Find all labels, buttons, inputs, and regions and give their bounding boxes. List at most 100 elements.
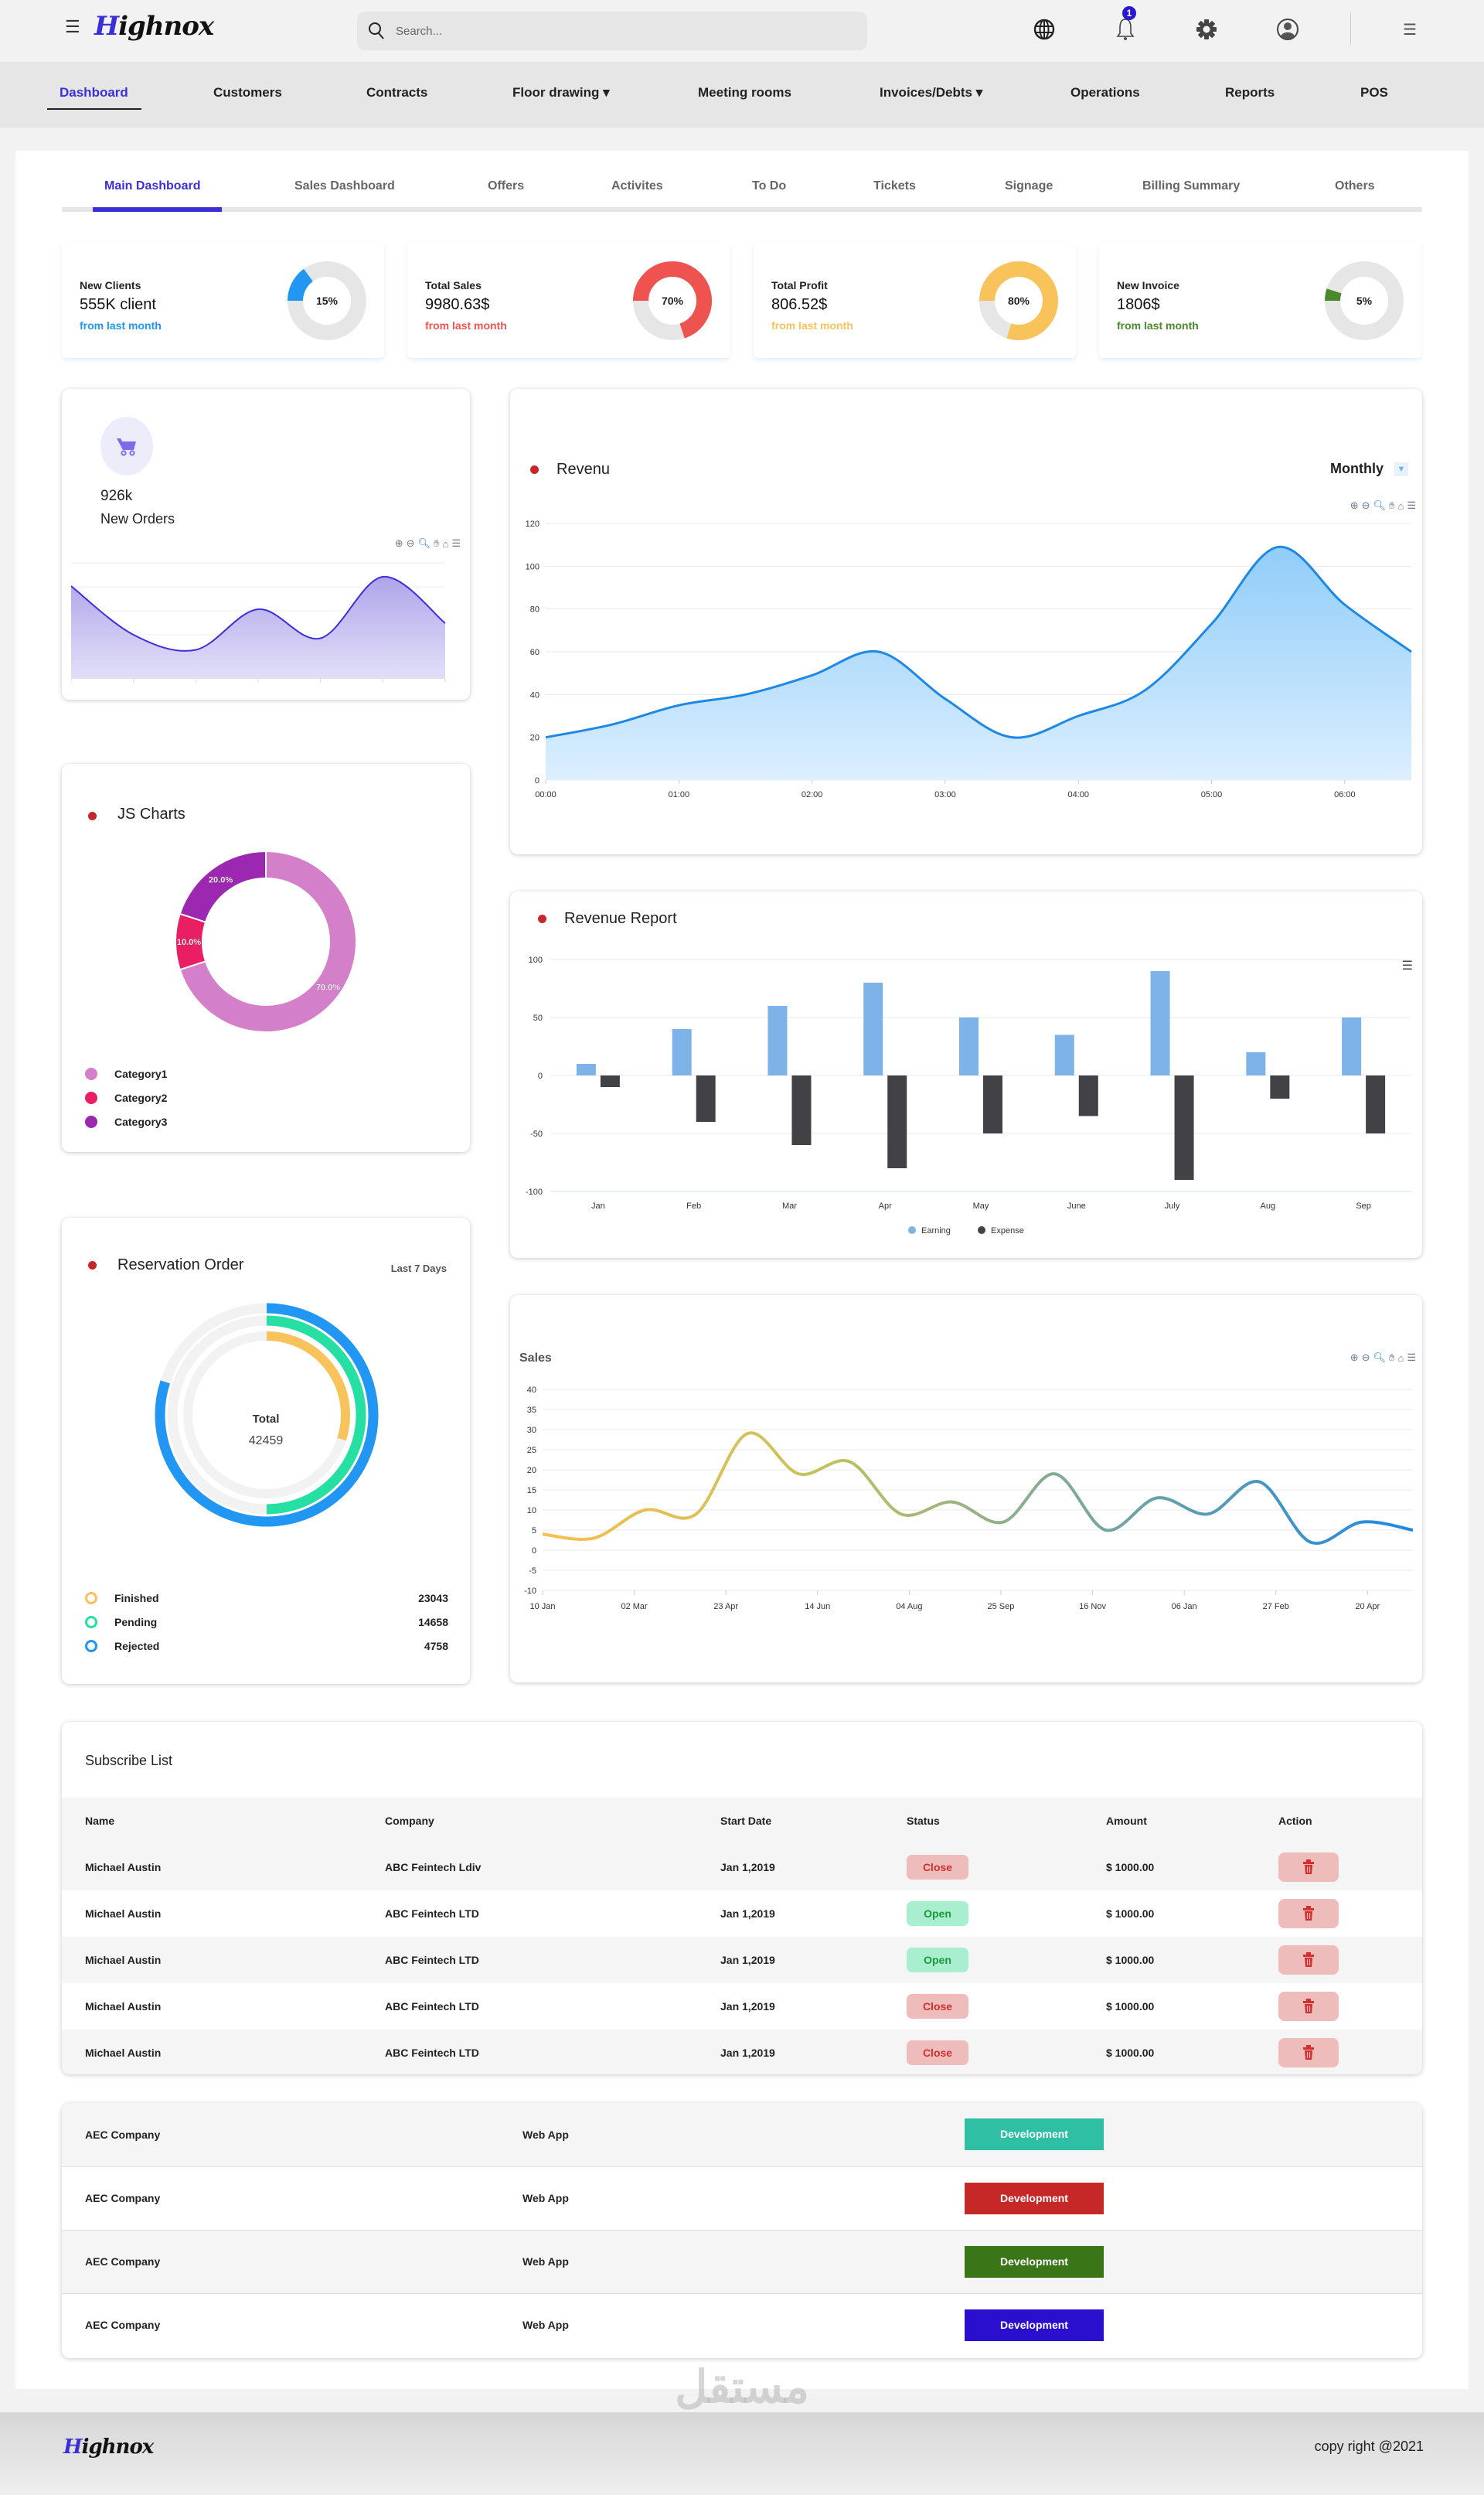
legend-marker — [978, 1226, 985, 1234]
status-badge[interactable]: Open — [907, 1901, 968, 1926]
pan-icon[interactable]: ✋︎ — [434, 537, 439, 550]
nav-item-invoices-debts[interactable]: Invoices/Debts ▾ — [880, 85, 982, 101]
table-row: Michael Austin ABC Feintech Ldiv Jan 1,2… — [62, 1844, 1422, 1890]
zoom-select-icon[interactable]: 🔍︎ — [418, 537, 431, 550]
tab-billing-summary[interactable]: Billing Summary — [1142, 179, 1240, 193]
brand-rest: ighnox — [118, 11, 214, 42]
legend-marker — [908, 1226, 916, 1234]
footer-logo[interactable]: Highnox — [63, 2435, 154, 2459]
tab-sales-dashboard[interactable]: Sales Dashboard — [294, 179, 395, 193]
cell-name: Michael Austin — [85, 1954, 162, 1966]
tab-others[interactable]: Others — [1335, 179, 1375, 193]
tab-todo[interactable]: To Do — [752, 179, 786, 193]
nav-item-pos[interactable]: POS — [1360, 85, 1388, 101]
sales-line-chart: -10 -5 0 5 10 15 20 25 30 35 40 10 Jan 02 Mar 23 Apr 1… — [524, 1386, 1414, 1611]
nav-item-dashboard[interactable]: Dashboard — [60, 85, 128, 101]
x-tick-label: 05:00 — [1201, 790, 1223, 799]
globe-icon[interactable] — [1030, 15, 1058, 43]
legend-item[interactable]: Pending 14658 — [85, 1616, 448, 1628]
donut-segment — [288, 268, 314, 302]
home-icon[interactable]: ⌂ — [1397, 500, 1404, 512]
menu-icon[interactable]: ☰ — [1396, 15, 1424, 43]
stage-button[interactable]: Development — [965, 2245, 1104, 2278]
legend-item[interactable]: Category2 — [85, 1092, 167, 1104]
tab-offers[interactable]: Offers — [488, 179, 524, 193]
x-tick-label: July — [1165, 1201, 1180, 1211]
date-range[interactable]: Last 7 Days — [391, 1263, 447, 1274]
zoom-out-icon[interactable]: ⊖ — [1362, 499, 1370, 512]
gear-icon[interactable] — [1193, 15, 1220, 43]
bar-earning — [1342, 1017, 1362, 1075]
chevron-down-icon[interactable]: ▼ — [1394, 462, 1408, 476]
table-row: AEC Company Web App Development — [62, 2230, 1422, 2293]
trash-icon — [1303, 1906, 1314, 1921]
bar-expense — [791, 1075, 812, 1145]
status-badge[interactable]: Close — [907, 2040, 968, 2065]
nav-item-customers[interactable]: Customers — [213, 85, 282, 101]
bar-expense — [1078, 1075, 1098, 1116]
bell-icon[interactable] — [1111, 15, 1139, 43]
x-tick-label: 10 Jan — [529, 1602, 555, 1611]
home-icon[interactable]: ⌂ — [1397, 1352, 1404, 1364]
legend-item[interactable]: Category3 — [85, 1116, 167, 1128]
stat-card[interactable]: Total Profit 806.52$ from last month 80% — [754, 242, 1076, 358]
brand-logo[interactable]: Highnox — [94, 11, 214, 42]
zoom-in-icon[interactable]: ⊕ — [395, 537, 403, 550]
delete-button[interactable] — [1278, 2038, 1339, 2067]
nav-item-operations[interactable]: Operations — [1070, 85, 1140, 101]
zoom-in-icon[interactable]: ⊕ — [1350, 1351, 1359, 1364]
nav-item-contracts[interactable]: Contracts — [366, 85, 427, 101]
cell-name: Michael Austin — [85, 2047, 162, 2059]
delete-button[interactable] — [1278, 1992, 1339, 2021]
menu-icon[interactable]: ☰ — [451, 537, 461, 550]
home-icon[interactable]: ⌂ — [442, 538, 448, 550]
legend-item[interactable]: Finished 23043 — [85, 1592, 448, 1604]
x-tick-label: Feb — [686, 1201, 701, 1211]
legend-label: Category3 — [114, 1116, 168, 1128]
stage-button[interactable]: Development — [965, 2118, 1104, 2151]
delete-button[interactable] — [1278, 1945, 1339, 1975]
menu-icon[interactable]: ☰ — [1407, 1351, 1416, 1364]
tab-main-dashboard[interactable]: Main Dashboard — [104, 179, 200, 193]
nav-item-meeting-rooms[interactable]: Meeting rooms — [698, 85, 791, 101]
period-select[interactable]: Monthly — [1330, 461, 1384, 477]
bar-earning — [1150, 971, 1170, 1075]
title-dot — [88, 812, 97, 820]
user-profile-icon[interactable] — [1274, 15, 1302, 43]
status-badge[interactable]: Open — [907, 1948, 968, 1972]
zoom-select-icon[interactable]: 🔍︎ — [1373, 499, 1387, 512]
search-input[interactable] — [396, 24, 829, 38]
zoom-select-icon[interactable]: 🔍︎ — [1373, 1351, 1387, 1364]
cell-amount: $ 1000.00 — [1106, 2047, 1155, 2059]
subscribe-list-card: Subscribe List Name Company Start Date S… — [62, 1722, 1422, 2074]
menu-icon[interactable]: ☰ — [65, 19, 82, 36]
col-start-date: Start Date — [720, 1815, 772, 1827]
y-tick-label: 60 — [530, 648, 539, 657]
delete-button[interactable] — [1278, 1853, 1339, 1882]
pan-icon[interactable]: ✋︎ — [1389, 499, 1394, 512]
zoom-in-icon[interactable]: ⊕ — [1350, 499, 1359, 512]
stat-card[interactable]: New Clients 555K client from last month … — [62, 242, 384, 358]
legend-item[interactable]: Category1 — [85, 1068, 167, 1080]
stage-button[interactable]: Development — [965, 2309, 1104, 2341]
stage-button[interactable]: Development — [965, 2182, 1104, 2214]
search-bar[interactable] — [357, 12, 867, 50]
delete-button[interactable] — [1278, 1899, 1339, 1928]
tab-activites[interactable]: Activites — [611, 179, 663, 193]
tab-tickets[interactable]: Tickets — [873, 179, 916, 193]
pan-icon[interactable]: ✋︎ — [1389, 1351, 1394, 1364]
stat-card[interactable]: Total Sales 9980.63$ from last month 70% — [407, 242, 730, 358]
tab-signage[interactable]: Signage — [1005, 179, 1053, 193]
status-badge[interactable]: Close — [907, 1855, 968, 1880]
status-badge[interactable]: Close — [907, 1994, 968, 2019]
col-status: Status — [907, 1815, 940, 1827]
zoom-out-icon[interactable]: ⊖ — [1362, 1351, 1370, 1364]
zoom-out-icon[interactable]: ⊖ — [407, 537, 415, 550]
header-divider — [1350, 12, 1351, 45]
stat-card[interactable]: New Invoice 1806$ from last month 5% — [1099, 242, 1421, 358]
legend-item[interactable]: Rejected 4758 — [85, 1640, 448, 1652]
nav-item-reports[interactable]: Reports — [1225, 85, 1275, 101]
total-label: Total — [252, 1413, 280, 1426]
menu-icon[interactable]: ☰ — [1407, 499, 1416, 512]
nav-item-floor-drawing[interactable]: Floor drawing ▾ — [512, 85, 610, 101]
